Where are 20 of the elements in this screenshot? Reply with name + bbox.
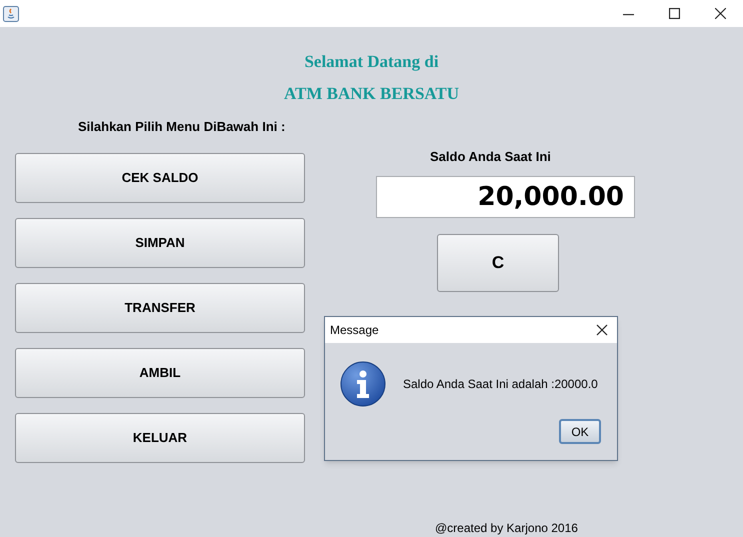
balance-label: Saldo Anda Saat Ini: [430, 148, 551, 166]
heading-text: ATM BANK BERSATU: [284, 83, 460, 105]
app-icon: [3, 6, 19, 22]
ok-button[interactable]: OK: [559, 419, 601, 444]
balance-field[interactable]: 20,000.00: [376, 176, 635, 218]
heading-text: Selamat Datang di: [304, 51, 439, 73]
menu-prompt: Silahkan Pilih Menu DiBawah Ini :: [78, 118, 286, 136]
menu-button[interactable]: SIMPAN: [15, 218, 305, 268]
info-icon: [340, 361, 386, 407]
menu-button[interactable]: AMBIL: [15, 348, 305, 398]
menu-button[interactable]: TRANSFER: [15, 282, 305, 332]
close-icon[interactable]: [596, 324, 608, 336]
menu-button[interactable]: KELUAR: [15, 412, 305, 462]
dialog-message: Saldo Anda Saat Ini adalah :20000.0: [403, 376, 598, 393]
clear-button[interactable]: C: [437, 234, 559, 292]
footer-text: @created by Karjono 2016: [435, 520, 578, 537]
dialog-title: Message: [330, 322, 379, 339]
menu-button[interactable]: CEK SALDO: [15, 152, 305, 202]
maximize-icon[interactable]: [668, 8, 680, 19]
close-icon[interactable]: [714, 8, 726, 19]
